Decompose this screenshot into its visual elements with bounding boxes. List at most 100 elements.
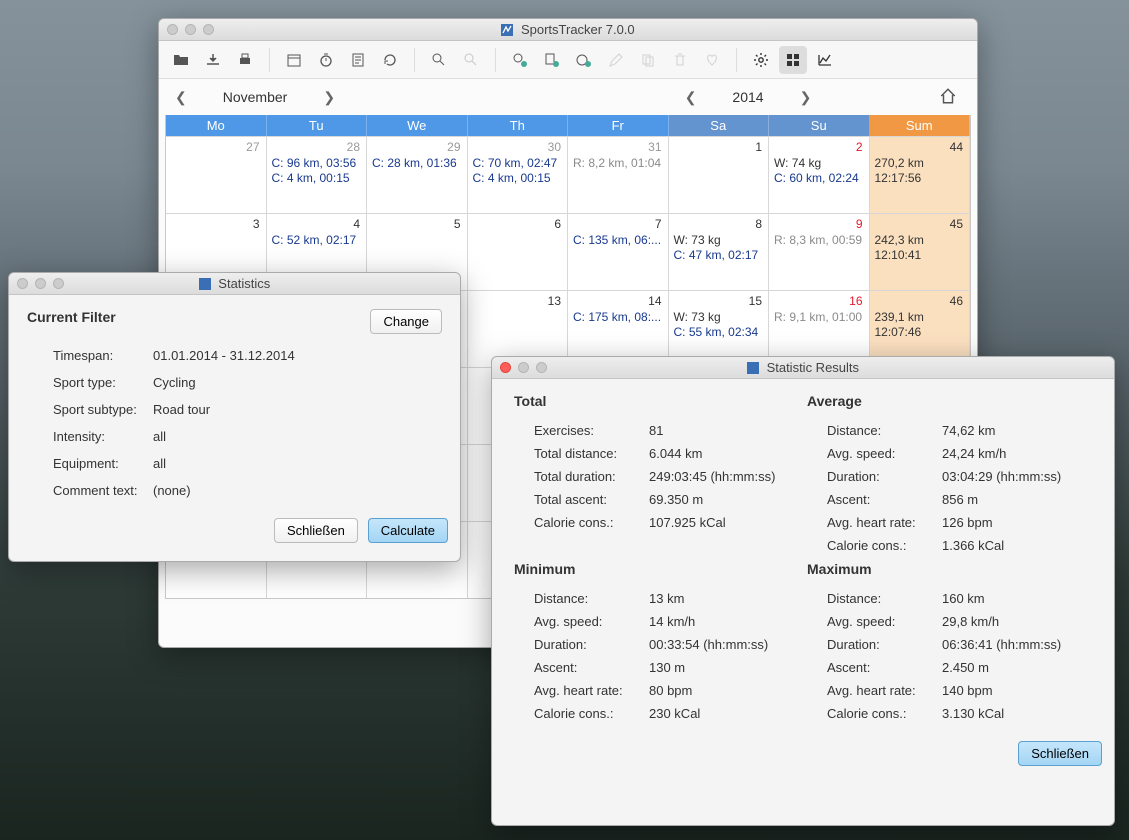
delete-icon[interactable] [666, 46, 694, 74]
grid-view-icon[interactable] [779, 46, 807, 74]
day-number: 9 [856, 217, 863, 231]
refresh-icon[interactable] [376, 46, 404, 74]
result-value: 13 km [649, 591, 799, 606]
result-label: Avg. speed: [827, 446, 942, 461]
day-cell[interactable]: 27 [166, 136, 267, 213]
cal-entry: C: 47 km, 02:17 [674, 248, 764, 263]
result-row: Avg. heart rate:126 bpm [807, 511, 1092, 534]
cal-entry: R: 8,2 km, 01:04 [573, 156, 663, 171]
heart-icon[interactable] [698, 46, 726, 74]
note-icon[interactable] [344, 46, 372, 74]
day-number: 13 [548, 294, 561, 308]
cal-entry: C: 70 km, 02:47 [473, 156, 563, 171]
sum-cell: 44270,2 km12:17:56 [870, 136, 971, 213]
result-row: Exercises:81 [514, 419, 799, 442]
result-row: Distance:74,62 km [807, 419, 1092, 442]
cal-header: Su [769, 115, 870, 136]
result-value: 856 m [942, 492, 1092, 507]
day-cell[interactable]: 7C: 135 km, 06:... [568, 213, 669, 290]
result-label: Avg. heart rate: [827, 515, 942, 530]
day-cell[interactable]: 28C: 96 km, 03:56C: 4 km, 00:15 [267, 136, 368, 213]
filter-label: Equipment: [53, 456, 153, 471]
open-icon[interactable] [167, 46, 195, 74]
save-icon[interactable] [199, 46, 227, 74]
day-number: 5 [454, 217, 461, 231]
results-titlebar[interactable]: Statistic Results [492, 357, 1114, 379]
add-weight-icon[interactable] [570, 46, 598, 74]
result-label: Avg. heart rate: [534, 683, 649, 698]
stopwatch-icon[interactable] [312, 46, 340, 74]
next-month-button[interactable]: ❯ [323, 89, 335, 106]
close-button[interactable]: Schließen [1018, 741, 1102, 766]
main-titlebar[interactable]: SportsTracker 7.0.0 [159, 19, 977, 41]
home-icon[interactable] [939, 87, 961, 108]
cal-entry: C: 96 km, 03:56 [272, 156, 362, 171]
cal-entry: C: 60 km, 02:24 [774, 171, 864, 186]
filter-label: Timespan: [53, 348, 153, 363]
filter-value: Cycling [153, 375, 442, 390]
day-number: 28 [347, 140, 360, 154]
result-label: Calorie cons.: [534, 515, 649, 530]
filter-value: Road tour [153, 402, 442, 417]
result-row: Total ascent:69.350 m [514, 488, 799, 511]
day-number: 3 [253, 217, 260, 231]
result-value: 06:36:41 (hh:mm:ss) [942, 637, 1092, 652]
add-exercise-icon[interactable] [506, 46, 534, 74]
prev-month-button[interactable]: ❮ [175, 89, 187, 106]
filter-label: Sport subtype: [53, 402, 153, 417]
result-row: Ascent:856 m [807, 488, 1092, 511]
result-value: 24,24 km/h [942, 446, 1092, 461]
result-row: Distance:13 km [514, 587, 799, 610]
result-label: Duration: [827, 469, 942, 484]
cal-entry: 239,1 km [875, 310, 965, 325]
cal-header: Sum [870, 115, 971, 136]
copy-icon[interactable] [634, 46, 662, 74]
day-cell[interactable]: 6 [468, 213, 569, 290]
day-cell[interactable]: 1 [669, 136, 770, 213]
cal-entry: C: 175 km, 08:... [573, 310, 663, 325]
result-row: Distance:160 km [807, 587, 1092, 610]
result-row: Avg. heart rate:80 bpm [514, 679, 799, 702]
result-row: Avg. speed:29,8 km/h [807, 610, 1092, 633]
result-value: 3.130 kCal [942, 706, 1092, 721]
calendar-icon[interactable] [280, 46, 308, 74]
print-icon[interactable] [231, 46, 259, 74]
cal-entry: 12:10:41 [875, 248, 965, 263]
result-label: Avg. speed: [827, 614, 942, 629]
cal-entry: R: 9,1 km, 01:00 [774, 310, 864, 325]
result-value: 03:04:29 (hh:mm:ss) [942, 469, 1092, 484]
change-button[interactable]: Change [370, 309, 442, 334]
edit-icon[interactable] [602, 46, 630, 74]
result-value: 130 m [649, 660, 799, 675]
cal-header: Sa [669, 115, 770, 136]
result-label: Calorie cons.: [827, 706, 942, 721]
stats-titlebar[interactable]: Statistics [9, 273, 460, 295]
day-cell[interactable]: 8W: 73 kgC: 47 km, 02:17 [669, 213, 770, 290]
result-value: 126 bpm [942, 515, 1092, 530]
result-row: Avg. speed:14 km/h [514, 610, 799, 633]
result-label: Calorie cons.: [534, 706, 649, 721]
cal-entry: W: 74 kg [774, 156, 864, 171]
result-section: TotalExercises:81Total distance:6.044 km… [514, 393, 799, 557]
close-button[interactable]: Schließen [274, 518, 358, 543]
day-cell[interactable]: 30C: 70 km, 02:47C: 4 km, 00:15 [468, 136, 569, 213]
cal-entry: C: 4 km, 00:15 [473, 171, 563, 186]
add-note-icon[interactable] [538, 46, 566, 74]
month-label: November [223, 89, 288, 105]
zoom-out-icon[interactable] [457, 46, 485, 74]
chart-view-icon[interactable] [811, 46, 839, 74]
gear-icon[interactable] [747, 46, 775, 74]
result-value: 140 bpm [942, 683, 1092, 698]
day-cell[interactable]: 31R: 8,2 km, 01:04 [568, 136, 669, 213]
prev-year-button[interactable]: ❮ [685, 89, 697, 106]
day-cell[interactable]: 29C: 28 km, 01:36 [367, 136, 468, 213]
calculate-button[interactable]: Calculate [368, 518, 448, 543]
day-cell[interactable]: 2W: 74 kgC: 60 km, 02:24 [769, 136, 870, 213]
result-value: 80 bpm [649, 683, 799, 698]
cal-entry: 12:07:46 [875, 325, 965, 340]
day-cell[interactable]: 9R: 8,3 km, 00:59 [769, 213, 870, 290]
next-year-button[interactable]: ❯ [800, 89, 812, 106]
day-number: 16 [849, 294, 862, 308]
zoom-in-icon[interactable] [425, 46, 453, 74]
cal-header: Th [468, 115, 569, 136]
